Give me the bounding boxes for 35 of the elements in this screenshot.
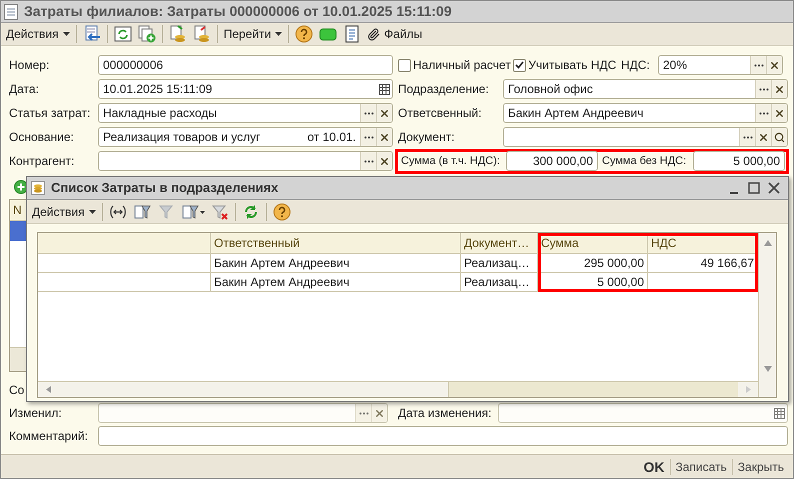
field-label: Ответсвенный: — [398, 105, 483, 122]
field-label: Подразделение: — [398, 81, 490, 98]
field-label: Статья затрат: — [9, 105, 92, 122]
field-value: 000000006 — [103, 57, 164, 74]
field-label: Со — [9, 382, 24, 399]
field-value: 10.01.2025 15:11:09 — [103, 81, 212, 98]
field-value: Бакин Артем Андреевич — [508, 105, 644, 122]
field-label: Изменил: — [9, 405, 63, 422]
field-value: 300 000,00 — [532, 153, 593, 170]
table-cell: 5 000,00 — [538, 273, 648, 292]
table-cell: Реализац… — [461, 273, 538, 292]
field-label: Основание: — [9, 129, 75, 146]
checkbox-label: Наличный расчет — [413, 57, 511, 74]
window-title: Список Затраты в подразделениях — [51, 179, 280, 198]
field-value: Накладные расходы — [103, 105, 217, 122]
field-label: Комментарий: — [9, 428, 89, 445]
field-label: Дата: — [9, 81, 40, 98]
field-label: Контрагент: — [9, 153, 76, 170]
field-value: 20% — [663, 57, 688, 74]
field-label: Сумма без НДС: — [601, 154, 688, 169]
field-label: Номер: — [9, 57, 50, 74]
field-value: 5 000,00 — [733, 153, 780, 170]
window-title: Затраты филиалов: Затраты 000000006 от 10.01.2025 15:11:09 — [24, 2, 452, 21]
table-cell: Бакин Артем Андреевич — [211, 273, 461, 292]
checkbox-label: Учитывать НДС — [528, 57, 616, 74]
field-label: Сумма (в т.ч. НДС): — [401, 154, 501, 169]
field-label: Документ: — [398, 129, 456, 146]
table-cell: Бакин Артем Андреевич — [211, 254, 461, 273]
field-label: НДС: — [621, 57, 651, 74]
table-cell: 295 000,00 — [538, 254, 648, 273]
field-label: Дата изменения: — [398, 405, 492, 422]
field-value: Реализация товаров и услуг — [103, 129, 260, 146]
table-cell: Реализац… — [461, 254, 538, 273]
field-value: от 10.01. — [307, 129, 356, 146]
field-value: Головной офис — [508, 81, 593, 98]
